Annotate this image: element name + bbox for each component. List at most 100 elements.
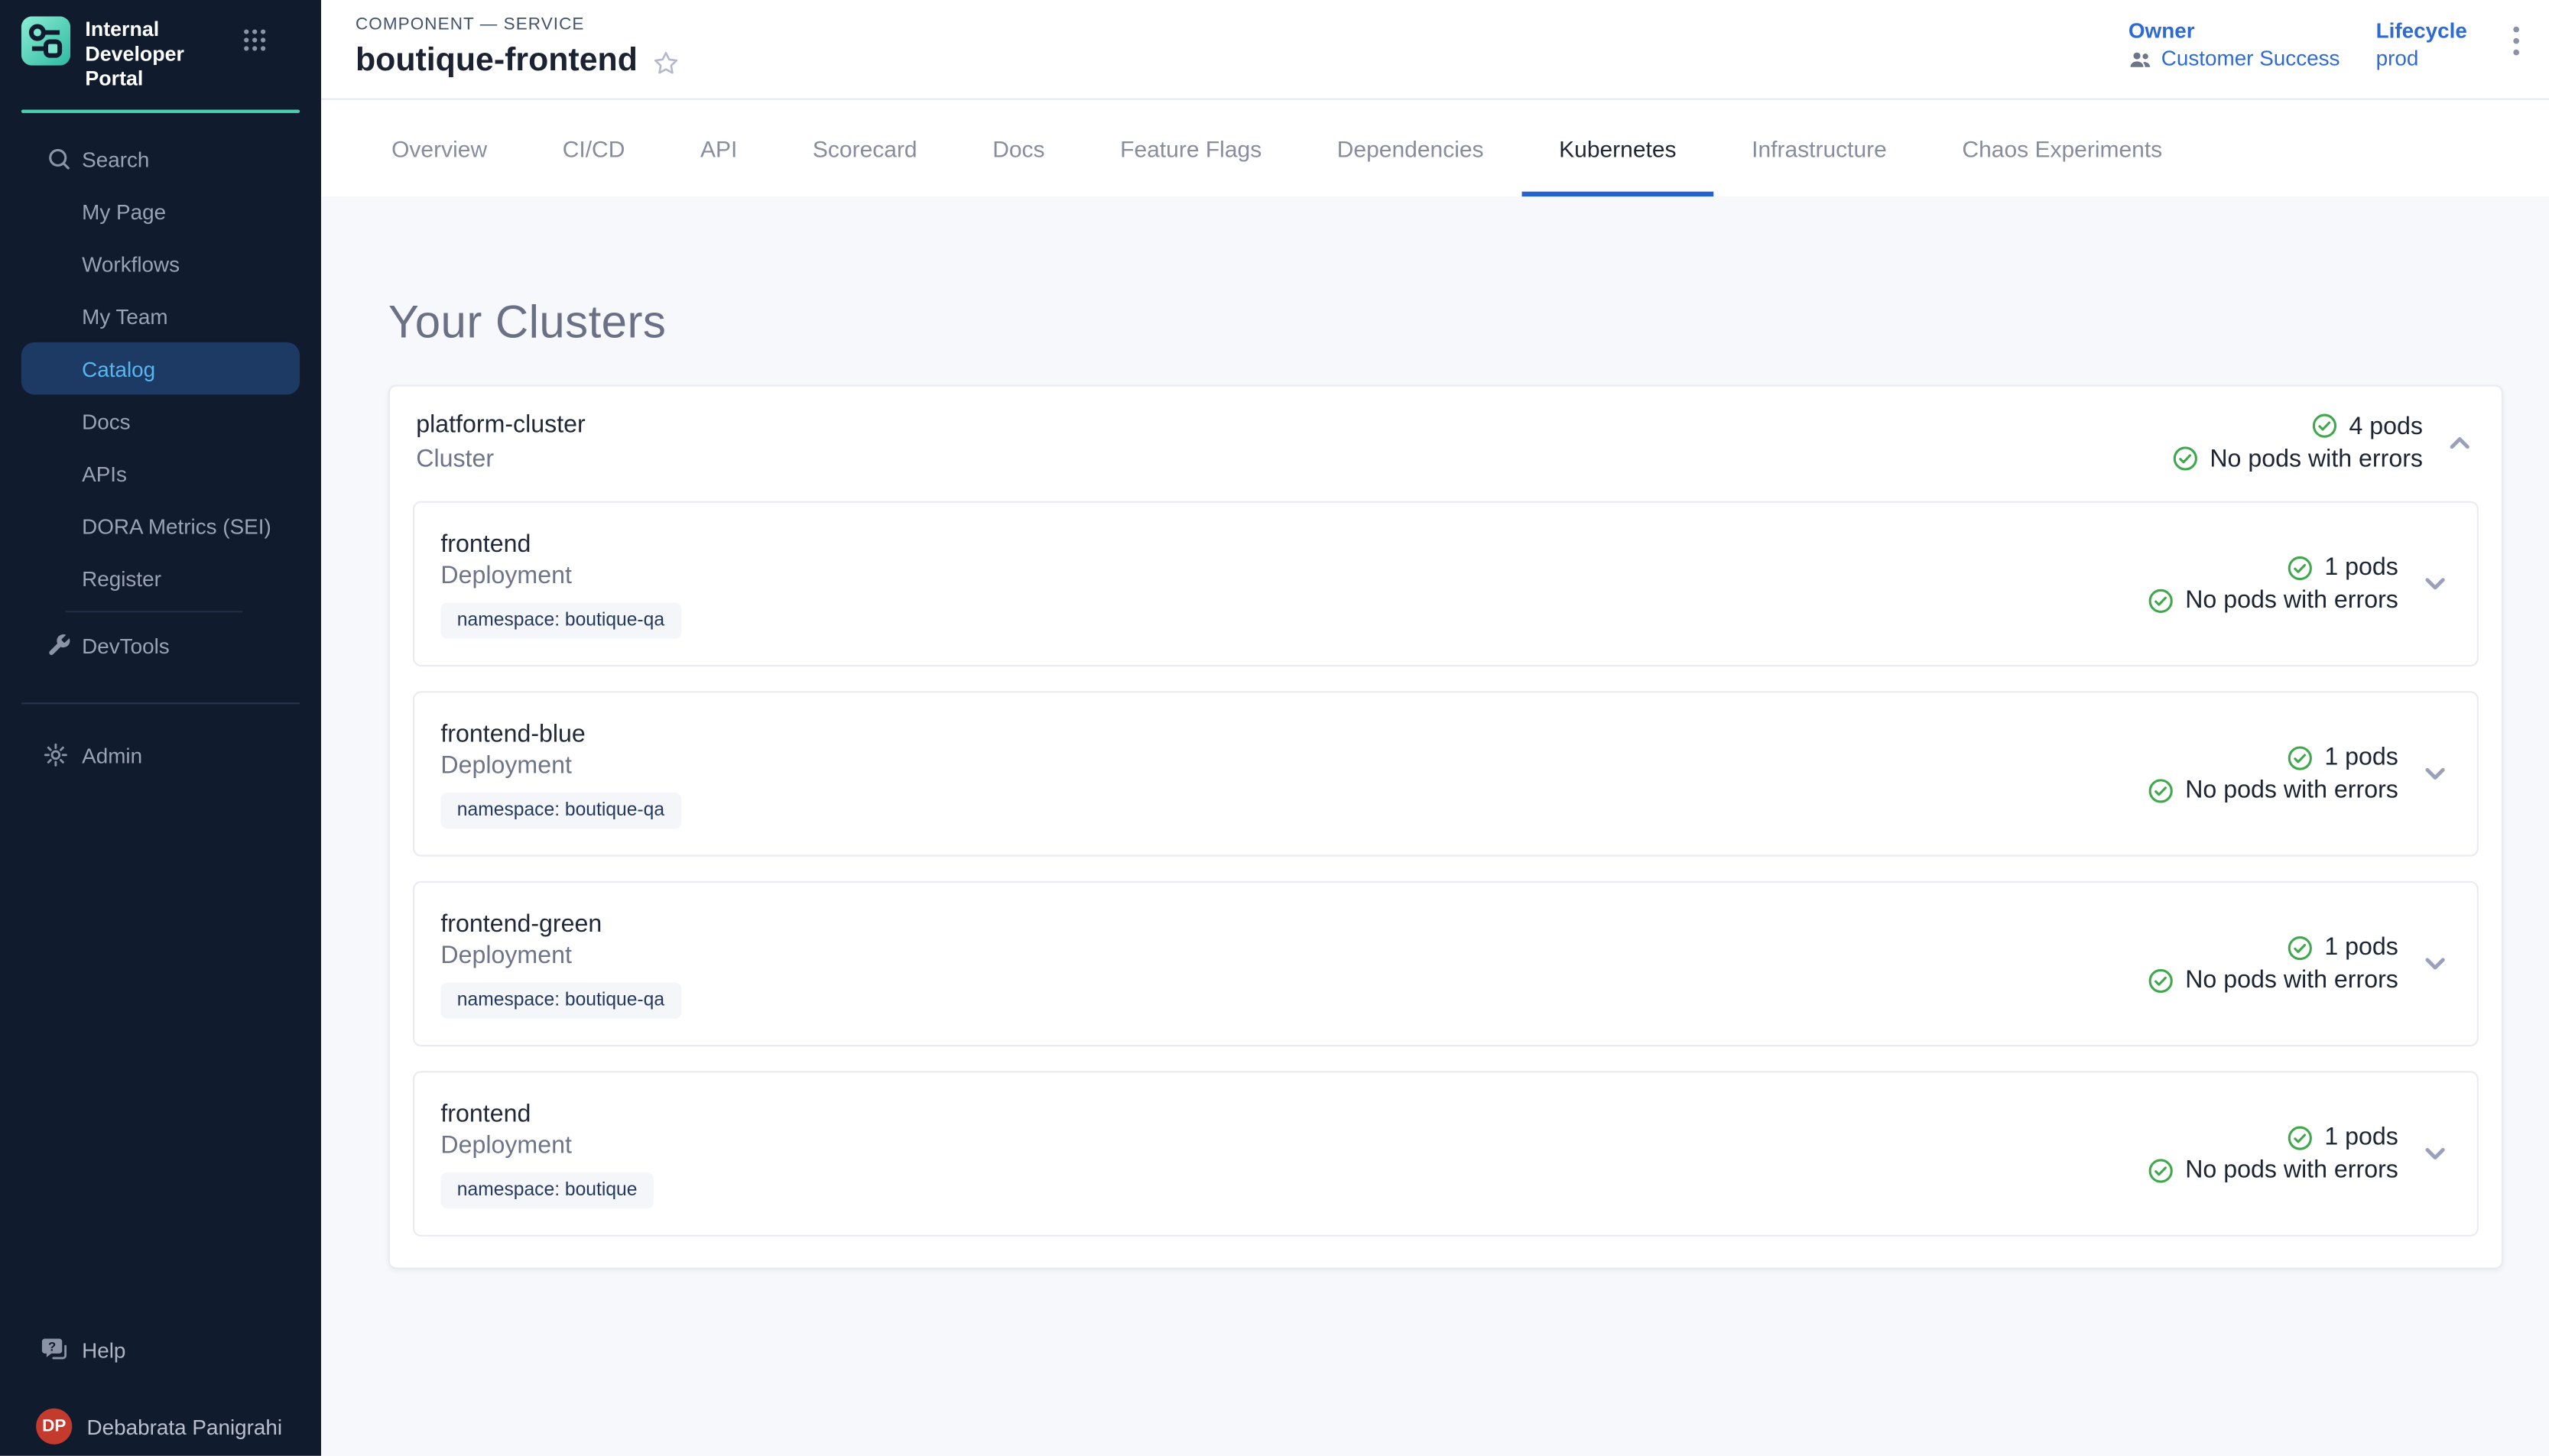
sidebar-nav: Search My Page Workflows My Team Catalog…	[0, 133, 321, 781]
namespace-chip: namespace: boutique-qa	[440, 982, 680, 1018]
sidebar-logo-row: Internal Developer Portal	[0, 0, 321, 102]
app-root: Internal Developer Portal Search My Page…	[0, 0, 2549, 1456]
chevron-down-icon[interactable]	[2420, 1138, 2451, 1169]
check-circle-icon	[2311, 413, 2337, 439]
user-menu[interactable]: DP Debabrata Panigrahi	[0, 1400, 321, 1453]
workload-name: frontend	[440, 1100, 653, 1127]
star-icon[interactable]	[652, 49, 680, 76]
tab-overview[interactable]: Overview	[354, 100, 525, 196]
wrench-icon	[46, 632, 72, 658]
sidebar-item-label: Catalog	[82, 356, 155, 381]
check-circle-icon	[2287, 1124, 2313, 1150]
help-button[interactable]: ? Help	[0, 1323, 321, 1376]
sidebar-item-workflows[interactable]: Workflows	[0, 238, 321, 290]
cluster-info: platform-cluster Cluster	[416, 411, 585, 473]
workload-row: frontend-blue Deployment namespace: bout…	[413, 691, 2479, 856]
chevron-up-icon[interactable]	[2444, 426, 2476, 458]
owner-link[interactable]: Customer Success	[2161, 46, 2340, 72]
check-circle-icon	[2148, 967, 2174, 993]
sidebar-item-label: DORA Metrics (SEI)	[82, 514, 271, 538]
owner-group: Owner Customer Success	[2128, 18, 2340, 73]
tab-cicd[interactable]: CI/CD	[524, 100, 662, 196]
app-title: Internal Developer Portal	[85, 18, 241, 92]
namespace-chip: namespace: boutique-qa	[440, 602, 680, 637]
pods-status: 1 pods	[2287, 744, 2398, 771]
sidebar-item-docs[interactable]: Docs	[0, 394, 321, 447]
workload-info: frontend Deployment namespace: boutique-…	[440, 530, 680, 637]
kebab-menu-icon[interactable]	[2503, 23, 2529, 59]
app-logo-icon	[21, 16, 70, 65]
workload-kind: Deployment	[440, 561, 680, 589]
pods-status: 1 pods	[2287, 553, 2398, 581]
sidebar-item-my-team[interactable]: My Team	[0, 290, 321, 342]
help-label: Help	[82, 1337, 125, 1361]
sidebar-divider	[21, 702, 300, 704]
sidebar-item-dora-metrics[interactable]: DORA Metrics (SEI)	[0, 500, 321, 553]
cluster-card: platform-cluster Cluster 4 pods No pods …	[388, 385, 2503, 1270]
workload-kind: Deployment	[440, 1131, 653, 1159]
sidebar-bottom: ? Help DP Debabrata Panigrahi	[0, 1323, 321, 1452]
tab-kubernetes[interactable]: Kubernetes	[1521, 100, 1714, 196]
cluster-status: 4 pods No pods with errors	[2172, 412, 2476, 472]
cluster-accordion-header[interactable]: platform-cluster Cluster 4 pods No pods …	[390, 387, 2502, 493]
apps-grid-icon[interactable]	[241, 26, 268, 54]
pods-status: 4 pods	[2311, 412, 2423, 439]
errors-status: No pods with errors	[2148, 966, 2398, 994]
entity-title-row: boutique-frontend	[356, 43, 680, 80]
tab-dependencies[interactable]: Dependencies	[1299, 100, 1521, 196]
errors-status: No pods with errors	[2148, 586, 2398, 614]
workload-row: frontend Deployment namespace: boutique …	[413, 1071, 2479, 1236]
lifecycle-value: prod	[2376, 46, 2419, 72]
sidebar-item-devtools[interactable]: DevTools	[0, 619, 321, 672]
workload-name: frontend	[440, 530, 680, 557]
main-area: COMPONENT — SERVICE boutique-frontend Ow…	[321, 0, 2549, 1456]
tab-chaos-experiments[interactable]: Chaos Experiments	[1924, 100, 2200, 196]
errors-status: No pods with errors	[2148, 1156, 2398, 1184]
sidebar-item-label: Workflows	[82, 251, 180, 276]
svg-text:?: ?	[48, 1339, 56, 1354]
user-name: Debabrata Panigrahi	[87, 1414, 283, 1438]
errors-status: No pods with errors	[2148, 777, 2398, 804]
tab-infrastructure[interactable]: Infrastructure	[1714, 100, 1924, 196]
tab-bar: Overview CI/CD API Scorecard Docs Featur…	[321, 100, 2549, 196]
content-area: Your Clusters platform-cluster Cluster 4…	[321, 195, 2549, 1456]
sidebar-item-my-page[interactable]: My Page	[0, 185, 321, 238]
page-title: boutique-frontend	[356, 43, 638, 80]
chevron-down-icon[interactable]	[2420, 569, 2451, 600]
sidebar-item-register[interactable]: Register	[0, 552, 321, 605]
tab-feature-flags[interactable]: Feature Flags	[1083, 100, 1300, 196]
workload-row: frontend-green Deployment namespace: bou…	[413, 881, 2479, 1046]
sidebar-item-label: APIs	[82, 461, 127, 485]
lifecycle-group: Lifecycle prod	[2376, 18, 2467, 73]
check-circle-icon	[2172, 446, 2198, 472]
check-circle-icon	[2148, 1157, 2174, 1183]
sidebar-item-search[interactable]: Search	[0, 133, 321, 186]
sidebar-item-catalog[interactable]: Catalog	[21, 342, 300, 395]
sidebar-item-admin[interactable]: Admin	[0, 728, 321, 781]
sidebar-item-label: Register	[82, 566, 161, 590]
avatar: DP	[36, 1409, 72, 1445]
workload-name: frontend-green	[440, 910, 680, 937]
chevron-down-icon[interactable]	[2420, 949, 2451, 980]
sidebar-item-label: Docs	[82, 409, 130, 433]
sidebar-item-apis[interactable]: APIs	[0, 447, 321, 500]
workload-name: frontend-blue	[440, 720, 680, 747]
workload-status: 1 pods No pods with errors	[2148, 1124, 2451, 1184]
clusters-heading: Your Clusters	[388, 297, 2549, 349]
tab-api[interactable]: API	[663, 100, 775, 196]
entity-kind-eyebrow: COMPONENT — SERVICE	[356, 15, 585, 34]
namespace-chip: namespace: boutique	[440, 1172, 653, 1208]
tab-scorecard[interactable]: Scorecard	[775, 100, 955, 196]
sidebar-item-label: Admin	[82, 743, 142, 767]
tab-docs[interactable]: Docs	[955, 100, 1083, 196]
workload-kind: Deployment	[440, 751, 680, 778]
sidebar-accent-divider	[21, 110, 300, 113]
workload-status: 1 pods No pods with errors	[2148, 933, 2451, 994]
page-header: COMPONENT — SERVICE boutique-frontend Ow…	[321, 0, 2549, 100]
search-icon	[46, 146, 72, 172]
pods-status: 1 pods	[2287, 1124, 2398, 1151]
chevron-down-icon[interactable]	[2420, 758, 2451, 790]
workload-info: frontend-green Deployment namespace: bou…	[440, 910, 680, 1017]
sidebar-item-label: Search	[82, 147, 149, 171]
owner-label: Owner	[2128, 18, 2340, 44]
